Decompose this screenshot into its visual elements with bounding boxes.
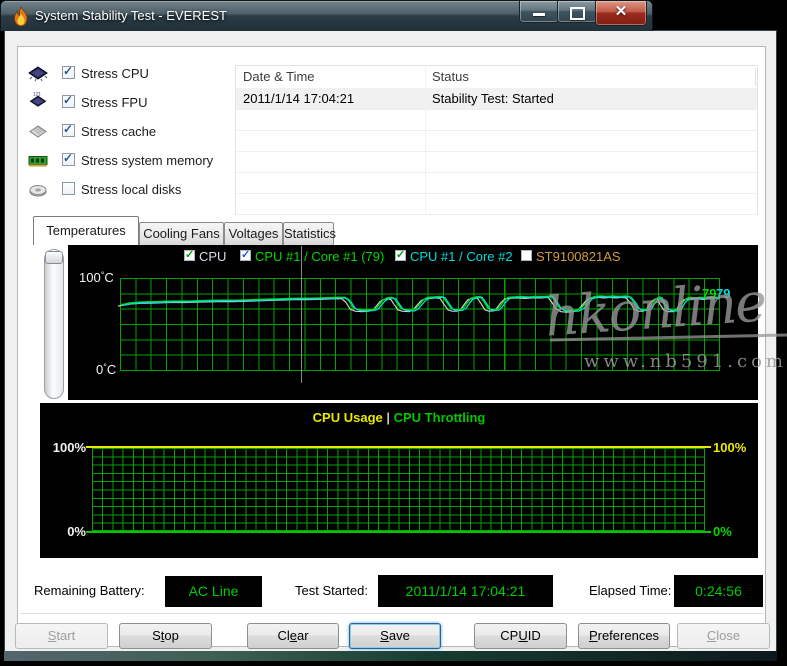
cache-chip-icon	[28, 123, 48, 140]
divider	[20, 613, 764, 614]
row-divider	[236, 151, 757, 152]
remaining-battery-value: AC Line	[165, 576, 262, 607]
column-separator	[755, 68, 756, 86]
row-divider	[236, 214, 757, 215]
tab-statistics[interactable]: Statistics	[283, 222, 334, 245]
tab-label: Statistics	[284, 226, 336, 241]
cpu-throttling-title: CPU Throttling	[394, 410, 486, 425]
test-started-label: Test Started:	[295, 583, 368, 598]
event-log-table[interactable]: Date & Time Status 2011/1/14 17:04:21 St…	[235, 65, 758, 215]
stress-cache-label: Stress cache	[81, 124, 156, 139]
cpuid-button[interactable]: CPUID	[474, 623, 567, 649]
close-window-button[interactable]: ✕	[595, 1, 647, 26]
stress-cache-checkbox[interactable]	[62, 124, 75, 137]
stress-disks-label: Stress local disks	[81, 182, 181, 197]
usage-axis-right-max: 100%	[713, 440, 746, 455]
elapsed-time-value: 0:24:56	[674, 575, 763, 607]
table-row[interactable]: 2011/1/14 17:04:21 Stability Test: Start…	[236, 88, 757, 109]
watermark-site: www.nb591.com	[584, 351, 787, 372]
maximize-button[interactable]	[557, 1, 597, 23]
usage-axis-left-min: 0%	[50, 524, 86, 539]
stop-button[interactable]: Stop	[119, 623, 212, 649]
remaining-battery-label: Remaining Battery:	[34, 583, 145, 598]
usage-axis-left-max: 100%	[50, 440, 86, 455]
column-header-datetime[interactable]: Date & Time	[243, 66, 315, 88]
row-divider	[236, 109, 757, 110]
minimize-button[interactable]	[519, 1, 559, 23]
cpu-chip-icon	[28, 65, 48, 82]
tab-voltages[interactable]: Voltages	[224, 222, 283, 245]
tab-label: Voltages	[229, 226, 279, 241]
fpu-chip-icon: 123	[28, 91, 48, 108]
preferences-button[interactable]: Preferences	[578, 623, 670, 649]
close-icon: ✕	[615, 3, 628, 20]
stress-cpu-label: Stress CPU	[81, 66, 149, 81]
stress-memory-checkbox[interactable]	[62, 153, 75, 166]
stress-cpu-checkbox[interactable]	[62, 66, 75, 79]
window-title: System Stability Test - EVEREST	[35, 8, 227, 23]
usage-axis-right-min: 0%	[713, 524, 732, 539]
hard-disk-icon	[28, 182, 48, 199]
stress-memory-label: Stress system memory	[81, 153, 213, 168]
stress-fpu-checkbox[interactable]	[62, 95, 75, 108]
test-started-value: 2011/1/14 17:04:21	[378, 575, 553, 607]
log-status-cell: Stability Test: Started	[432, 88, 554, 109]
elapsed-time-label: Elapsed Time:	[589, 583, 671, 598]
memory-module-icon	[28, 153, 48, 170]
stress-disks-checkbox[interactable]	[62, 182, 75, 195]
tab-label: Cooling Fans	[143, 226, 220, 241]
cpu-usage-line	[86, 446, 711, 448]
flame-icon	[12, 7, 30, 26]
log-datetime-cell: 2011/1/14 17:04:21	[243, 88, 354, 109]
start-button: Start	[15, 623, 108, 649]
tab-label: Temperatures	[46, 223, 125, 238]
row-divider	[236, 130, 757, 131]
usage-chart-title: CPU Usage | CPU Throttling	[40, 410, 758, 425]
tab-temperatures[interactable]: Temperatures	[33, 216, 139, 245]
column-header-status[interactable]: Status	[432, 66, 469, 88]
stress-fpu-label: Stress FPU	[81, 95, 147, 110]
cpu-usage-title: CPU Usage	[313, 410, 383, 425]
minimize-icon	[533, 13, 545, 16]
row-divider	[236, 172, 757, 173]
screenshot-root: { "window": {"title": "System Stability …	[0, 0, 787, 666]
usage-grid	[92, 448, 705, 531]
window-bottom-frame	[4, 651, 777, 661]
cpu-throttling-line	[86, 531, 711, 533]
tab-cooling-fans[interactable]: Cooling Fans	[139, 222, 224, 245]
save-button[interactable]: Save	[349, 623, 441, 649]
close-button: Close	[677, 623, 770, 649]
zoom-slider[interactable]	[44, 249, 64, 399]
zoom-slider-thumb[interactable]	[45, 251, 63, 264]
clear-button[interactable]: Clear	[247, 623, 339, 649]
row-divider	[236, 193, 757, 194]
maximize-icon	[570, 7, 585, 20]
